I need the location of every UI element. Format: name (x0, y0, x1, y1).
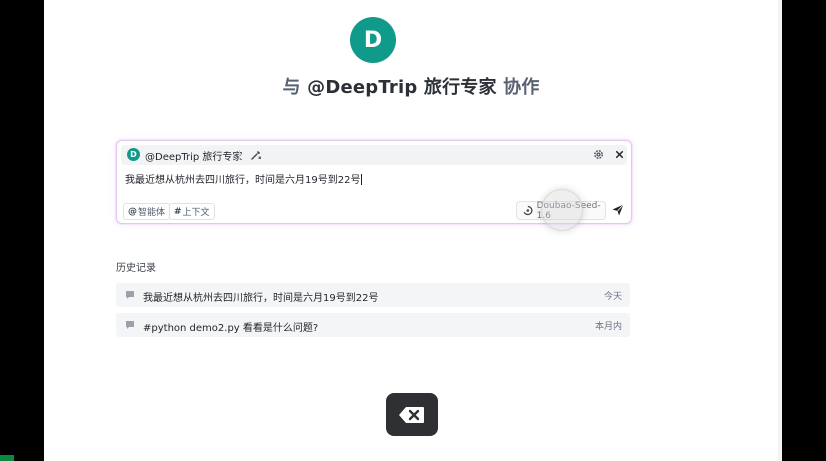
taskbar-edge (0, 455, 14, 461)
title-agent-name: @DeepTrip 旅行专家 (307, 77, 497, 98)
history-item-time: 今天 (603, 292, 622, 302)
chat-bubble-icon (126, 321, 134, 329)
hash-icon: # (174, 206, 182, 217)
history-item-text: 我最近想从杭州去四川旅行，时间是六月19号到22号 (143, 293, 379, 304)
click-indicator (541, 189, 583, 231)
keystroke-overlay (386, 393, 438, 436)
history-item[interactable]: 我最近想从杭州去四川旅行，时间是六月19号到22号 今天 (116, 283, 630, 307)
close-icon[interactable] (613, 148, 626, 161)
agent-avatar: D (350, 17, 396, 63)
model-logo-icon (523, 205, 533, 216)
agent-mention-button[interactable]: @ 智能体 (123, 203, 171, 220)
agent-badge-letter: D (130, 150, 137, 159)
title-prefix: 与 (282, 77, 301, 98)
agent-tag-name[interactable]: @DeepTrip 旅行专家 (145, 148, 242, 163)
agent-badge-icon: D (127, 148, 140, 161)
window-edge (778, 0, 782, 461)
history-heading: 历史记录 (116, 263, 156, 274)
tool-icon[interactable] (249, 148, 263, 162)
history-item-text: #python demo2.py 看看是什么问题? (143, 323, 319, 334)
agent-chat-page: D 与 @DeepTrip 旅行专家 协作 D @DeepTrip 旅行专家 我… (44, 0, 778, 461)
send-icon[interactable] (611, 203, 625, 217)
history-item-time: 本月内 (594, 322, 622, 332)
agent-avatar-letter: D (363, 27, 383, 53)
history-item[interactable]: #python demo2.py 看看是什么问题? 本月内 (116, 313, 630, 337)
message-input[interactable]: 我最近想从杭州去四川旅行，时间是六月19号到22号 (125, 171, 363, 186)
gear-icon[interactable] (592, 148, 605, 161)
agent-mention-label: 智能体 (138, 208, 166, 218)
chat-bubble-icon (126, 291, 134, 299)
page-title: 与 @DeepTrip 旅行专家 协作 (44, 73, 778, 99)
title-suffix: 协作 (503, 77, 540, 98)
at-icon: @ (128, 206, 137, 217)
context-button[interactable]: # 上下文 (169, 203, 215, 220)
composer-agent-bar: D @DeepTrip 旅行专家 (121, 145, 627, 165)
text-caret (361, 174, 363, 185)
chat-composer[interactable]: D @DeepTrip 旅行专家 我最近想从杭州去四川旅行，时间是六月19号到2… (116, 140, 632, 231)
message-input-value: 我最近想从杭州去四川旅行，时间是六月19号到22号 (125, 175, 361, 186)
divider (239, 150, 240, 160)
backspace-icon (399, 406, 424, 423)
context-label: 上下文 (182, 208, 210, 218)
